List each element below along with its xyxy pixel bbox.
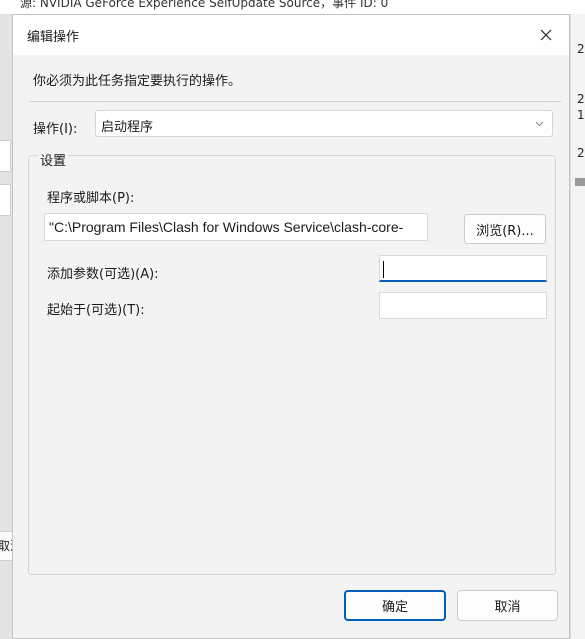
- divider: [29, 101, 561, 102]
- start-in-label: 起始于(可选)(T):: [47, 303, 145, 318]
- ok-button[interactable]: 确定: [344, 590, 446, 621]
- background-digit: 1: [577, 108, 585, 122]
- action-label: 操作(I):: [33, 122, 78, 137]
- background-digit: 2: [577, 92, 585, 106]
- program-input[interactable]: "C:\Program Files\Clash for Windows Serv…: [44, 213, 428, 241]
- background-digit: 2: [577, 42, 585, 56]
- edit-action-dialog: 编辑操作 你必须为此任务指定要执行的操作。 操作(I): 启动程序 设置 程序或…: [12, 14, 570, 639]
- settings-group-label: 设置: [38, 150, 69, 169]
- chevron-down-icon: [535, 121, 544, 127]
- program-label: 程序或脚本(P):: [47, 191, 135, 206]
- background-scrollbar-thumb: [575, 178, 585, 186]
- arguments-input[interactable]: [379, 255, 547, 282]
- dialog-title: 编辑操作: [27, 30, 80, 45]
- browse-button[interactable]: 浏览(R)...: [464, 214, 546, 244]
- background-digit: 2: [577, 146, 585, 160]
- action-dropdown-value: 启动程序: [101, 120, 154, 135]
- start-in-input[interactable]: [379, 292, 547, 319]
- action-dropdown[interactable]: 启动程序: [95, 110, 553, 137]
- background-event-text: 源: NVIDIA GeForce Experience SelfUpdate …: [20, 0, 389, 10]
- instruction-text: 你必须为此任务指定要执行的操作。: [33, 74, 242, 89]
- background-input: [0, 140, 11, 172]
- close-icon: [540, 29, 552, 41]
- close-button[interactable]: [523, 15, 569, 55]
- background-input: [0, 184, 11, 216]
- cancel-button[interactable]: 取消: [457, 590, 558, 621]
- arguments-label: 添加参数(可选)(A):: [47, 267, 159, 282]
- dialog-titlebar: 编辑操作: [13, 15, 569, 55]
- background-window-header: 源: NVIDIA GeForce Experience SelfUpdate …: [0, 0, 585, 14]
- text-caret: [383, 260, 384, 278]
